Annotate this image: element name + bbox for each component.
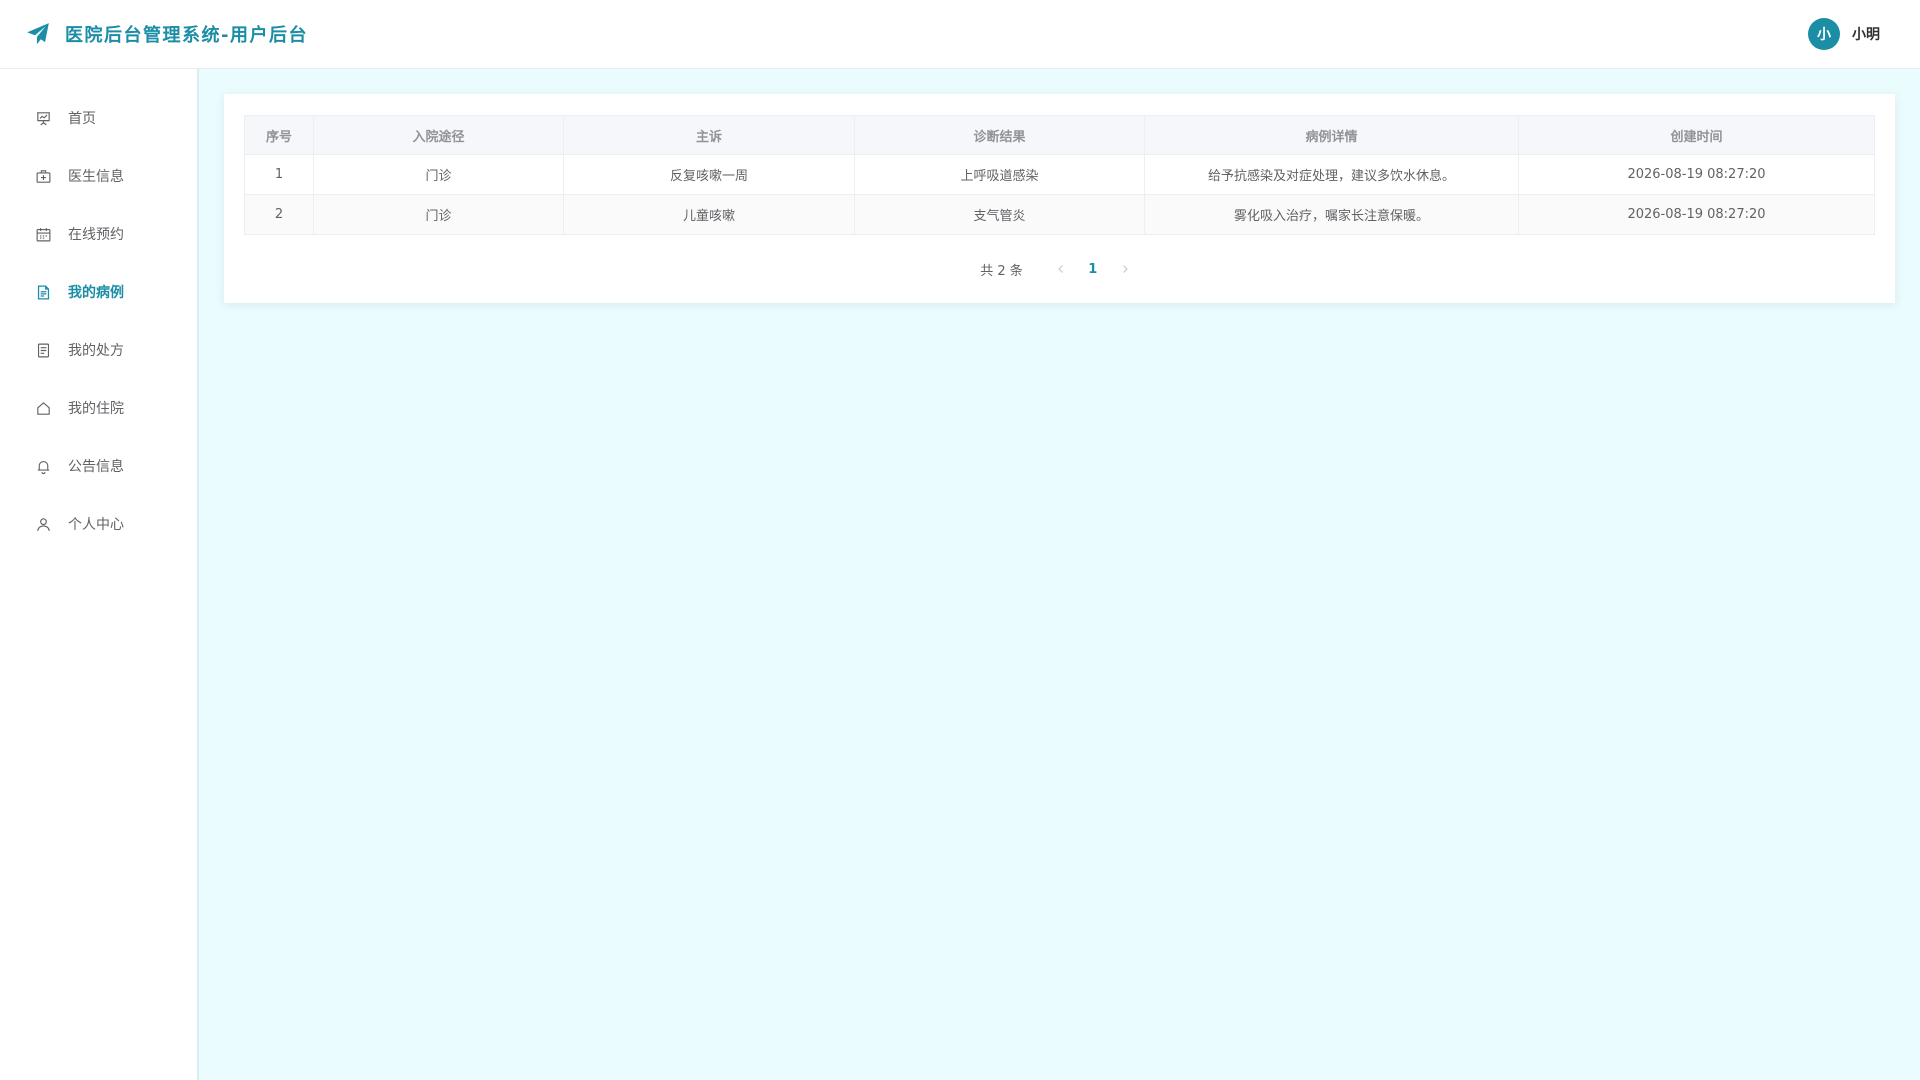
main-content: 序号 入院途径 主诉 诊断结果 病例详情 创建时间 1 门诊 反复咳嗽一周 上呼… <box>199 69 1920 1080</box>
pagination: 共 2 条 1 <box>244 255 1875 283</box>
column-header-created-time: 创建时间 <box>1518 115 1875 155</box>
username[interactable]: 小明 <box>1852 24 1880 44</box>
medical-kit-icon <box>36 169 51 183</box>
column-header-diagnosis: 诊断结果 <box>854 115 1145 155</box>
table-cell: 门诊 <box>313 154 564 195</box>
sidebar-item-label: 首页 <box>68 111 96 127</box>
table-cell: 支气管炎 <box>854 194 1145 235</box>
sidebar-item-home[interactable]: 首页 <box>0 89 197 147</box>
calendar-icon <box>36 227 51 241</box>
document-icon <box>37 284 50 300</box>
presentation-chart-icon <box>37 111 50 125</box>
column-header-complaint: 主诉 <box>563 115 855 155</box>
user-icon <box>37 517 50 531</box>
chevron-left-icon <box>1058 265 1063 273</box>
cases-card: 序号 入院途径 主诉 诊断结果 病例详情 创建时间 1 门诊 反复咳嗽一周 上呼… <box>224 94 1895 303</box>
table-row[interactable]: 2 门诊 儿童咳嗽 支气管炎 雾化吸入治疗，嘱家长注意保暖。 2026-08-1… <box>244 194 1875 235</box>
prev-page-button[interactable] <box>1047 255 1075 283</box>
sidebar-item-appointment[interactable]: 在线预约 <box>0 205 197 263</box>
table-cell: 2026-08-19 08:27:20 <box>1518 194 1875 235</box>
table-cell: 雾化吸入治疗，嘱家长注意保暖。 <box>1144 194 1519 235</box>
pagination-total: 共 2 条 <box>980 263 1023 279</box>
top-header: 医院后台管理系统-用户后台 小 小明 <box>0 0 1920 69</box>
avatar[interactable]: 小 <box>1808 18 1840 50</box>
table-cell: 反复咳嗽一周 <box>563 154 855 195</box>
sidebar-item-label: 公告信息 <box>68 459 124 475</box>
sidebar-item-doctors[interactable]: 医生信息 <box>0 147 197 205</box>
sidebar-item-hospitalization[interactable]: 我的住院 <box>0 379 197 437</box>
sidebar: 首页 医生信息 在线预约 我的病例 我的处方 我的住院 公告信息 个人中心 <box>0 69 199 1080</box>
chevron-right-icon <box>1122 265 1128 273</box>
table-cell: 1 <box>244 154 314 195</box>
table-cell: 2 <box>244 194 314 235</box>
app-title: 医院后台管理系统-用户后台 <box>65 25 308 46</box>
sidebar-item-profile[interactable]: 个人中心 <box>0 495 197 553</box>
sidebar-item-label: 我的处方 <box>68 343 124 359</box>
table-cell: 上呼吸道感染 <box>854 154 1145 195</box>
prescription-icon <box>37 343 50 357</box>
table-header-row: 序号 入院途径 主诉 诊断结果 病例详情 创建时间 <box>244 115 1875 155</box>
sidebar-item-my-cases[interactable]: 我的病例 <box>0 263 197 321</box>
sidebar-item-label: 我的病例 <box>68 285 124 301</box>
paper-plane-icon <box>27 23 49 45</box>
sidebar-item-label: 个人中心 <box>68 517 124 533</box>
column-header-index: 序号 <box>244 115 314 155</box>
table-row[interactable]: 1 门诊 反复咳嗽一周 上呼吸道感染 给予抗感染及对症处理，建议多饮水休息。 2… <box>244 154 1875 195</box>
house-icon <box>37 401 50 415</box>
sidebar-item-label: 医生信息 <box>68 169 124 185</box>
bell-icon <box>37 460 50 474</box>
brand: 医院后台管理系统-用户后台 <box>25 21 308 47</box>
sidebar-item-announcements[interactable]: 公告信息 <box>0 437 197 495</box>
table-cell: 门诊 <box>313 194 564 235</box>
user-menu[interactable]: 小 小明 <box>1808 18 1880 50</box>
sidebar-item-label: 我的住院 <box>68 401 124 417</box>
next-page-button[interactable] <box>1111 255 1139 283</box>
cases-table: 序号 入院途径 主诉 诊断结果 病例详情 创建时间 1 门诊 反复咳嗽一周 上呼… <box>244 115 1875 235</box>
column-header-admission-route: 入院途径 <box>313 115 564 155</box>
table-cell: 儿童咳嗽 <box>563 194 855 235</box>
sidebar-item-prescriptions[interactable]: 我的处方 <box>0 321 197 379</box>
table-cell: 2026-08-19 08:27:20 <box>1518 154 1875 195</box>
sidebar-item-label: 在线预约 <box>68 227 124 243</box>
column-header-case-details: 病例详情 <box>1144 115 1519 155</box>
table-cell: 给予抗感染及对症处理，建议多饮水休息。 <box>1144 154 1519 195</box>
page-number-button[interactable]: 1 <box>1075 255 1111 283</box>
